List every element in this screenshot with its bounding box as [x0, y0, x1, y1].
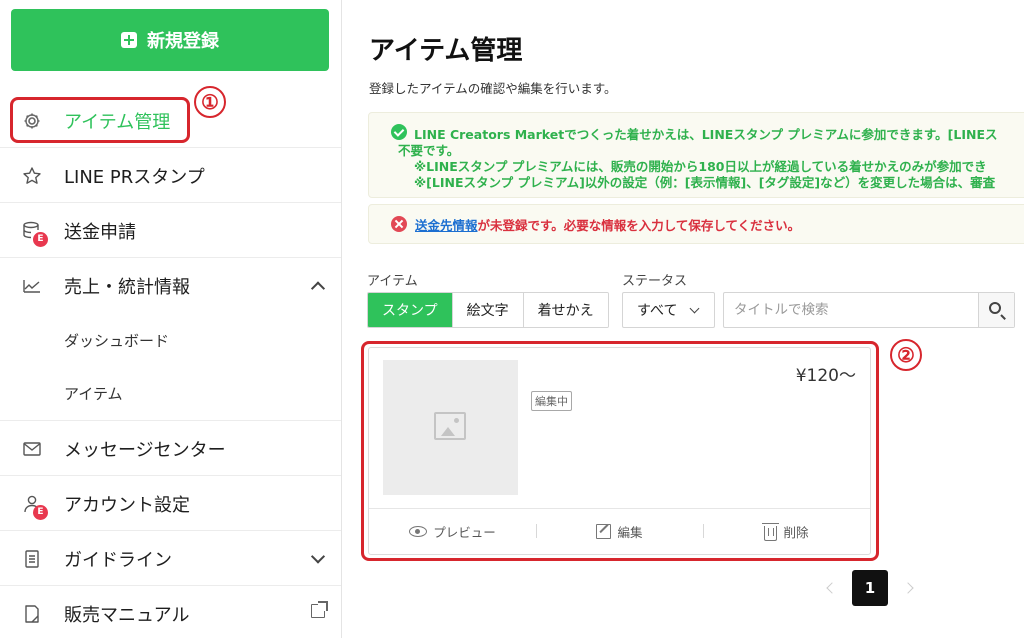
- new-registration-button[interactable]: 新規登録: [11, 9, 329, 71]
- check-circle-icon: [391, 124, 407, 140]
- page-description: 登録したアイテムの確認や編集を行います。: [369, 81, 617, 96]
- database-icon: E: [22, 221, 48, 247]
- plus-icon: [121, 32, 137, 48]
- error-message: 送金先情報が未登録です。必要な情報を入力して保存してください。: [415, 215, 800, 234]
- sidebar-item-label: 送金申請: [64, 221, 136, 243]
- sidebar-item-account-settings[interactable]: E アカウント設定: [0, 477, 341, 531]
- sidebar-item-label: アカウント設定: [64, 494, 190, 516]
- chevron-up-icon[interactable]: [310, 281, 326, 296]
- sidebar-item-remittance[interactable]: E 送金申請: [0, 204, 341, 258]
- status-filter-label: ステータス: [622, 274, 688, 289]
- sidebar-subitem-label: ダッシュボード: [64, 331, 170, 350]
- main-content: アイテム管理 登録したアイテムの確認や編集を行います。 LINE Creator…: [343, 0, 1024, 638]
- page-icon: [22, 604, 42, 624]
- sidebar-subitem-dashboard[interactable]: ダッシュボード: [0, 313, 341, 367]
- sidebar-item-guidelines[interactable]: ガイドライン: [0, 532, 341, 586]
- sidebar-item-label: LINE PRスタンプ: [64, 166, 205, 188]
- item-type-segmented-control: スタンプ 絵文字 着せかえ: [367, 292, 609, 328]
- annotation-number-2: ②: [890, 339, 922, 371]
- search-icon: [989, 302, 1001, 314]
- annotation-highlight-1: [10, 97, 190, 143]
- item-type-stamp[interactable]: スタンプ: [368, 293, 452, 327]
- sidebar-item-line-pr-stamp[interactable]: LINE PRスタンプ: [0, 149, 341, 203]
- page-title: アイテム管理: [369, 36, 523, 66]
- error-text: が未登録です。必要な情報を入力して保存してください。: [477, 217, 801, 233]
- chevron-left-icon[interactable]: [826, 582, 838, 594]
- pagination: 1: [826, 570, 914, 606]
- error-circle-icon: [391, 216, 407, 232]
- remittance-info-link[interactable]: 送金先情報: [415, 218, 478, 233]
- sidebar: 新規登録 アイテム管理 LINE PRスタンプ E 送金申請 売上・統計情報 ダ…: [0, 0, 342, 638]
- error-notice: 送金先情報が未登録です。必要な情報を入力して保存してください。: [368, 204, 1024, 244]
- star-icon: [22, 166, 42, 186]
- item-type-emoji[interactable]: 絵文字: [451, 293, 523, 327]
- search-button[interactable]: [978, 293, 1014, 327]
- sidebar-item-label: メッセージセンター: [64, 439, 226, 461]
- error-badge: E: [33, 504, 48, 520]
- status-value: すべて: [637, 303, 678, 319]
- notice-line: LINE Creators Marketでつくった着せかえは、LINEスタンプ …: [414, 127, 998, 142]
- error-badge: E: [33, 231, 48, 247]
- search-box: [723, 292, 1015, 328]
- chevron-right-icon[interactable]: [902, 582, 914, 594]
- item-filter-label: アイテム: [367, 274, 418, 289]
- external-link-icon[interactable]: [311, 601, 328, 618]
- new-registration-label: 新規登録: [147, 31, 219, 52]
- notice-line: ※[LINEスタンプ プレミアム]以外の設定（例：[表示情報]、[タグ設定]など…: [414, 175, 996, 190]
- page-number-current[interactable]: 1: [852, 570, 888, 606]
- search-input[interactable]: [724, 293, 979, 327]
- mail-icon: [22, 439, 42, 459]
- chart-icon: [22, 276, 42, 296]
- sidebar-item-label: ガイドライン: [64, 549, 172, 571]
- sidebar-item-label: 売上・統計情報: [64, 277, 190, 298]
- annotation-highlight-2: [361, 341, 879, 561]
- chevron-down-icon[interactable]: [310, 548, 326, 564]
- document-icon: [22, 549, 42, 569]
- sidebar-item-sales-manual[interactable]: 販売マニュアル: [0, 587, 341, 638]
- chevron-down-icon: [689, 303, 700, 314]
- item-type-theme[interactable]: 着せかえ: [522, 293, 608, 327]
- sidebar-item-label: 販売マニュアル: [64, 605, 190, 626]
- info-notice: LINE Creators Marketでつくった着せかえは、LINEスタンプ …: [368, 112, 1024, 198]
- sidebar-item-sales-stats[interactable]: 売上・統計情報: [0, 259, 341, 313]
- user-icon: E: [22, 494, 48, 520]
- sidebar-subitem-items[interactable]: アイテム: [0, 367, 341, 421]
- status-dropdown[interactable]: すべて: [622, 292, 715, 328]
- annotation-number-1: ①: [194, 86, 226, 118]
- sidebar-subitem-label: アイテム: [64, 385, 123, 403]
- sidebar-item-message-center[interactable]: メッセージセンター: [0, 422, 341, 476]
